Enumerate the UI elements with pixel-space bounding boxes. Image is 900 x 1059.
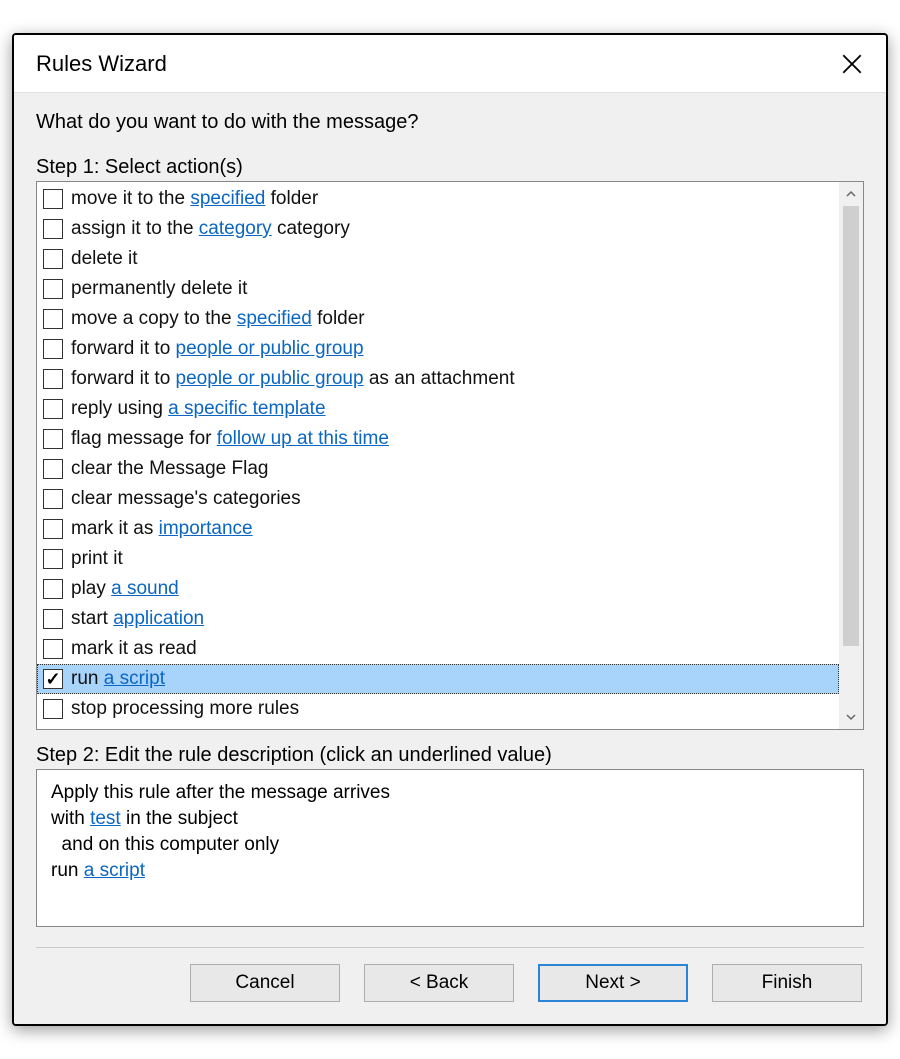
action-checkbox[interactable]	[43, 279, 63, 299]
action-param-link[interactable]: category	[199, 218, 272, 239]
action-label: reply using a specific template	[71, 398, 326, 420]
action-label: stop processing more rules	[71, 698, 299, 720]
action-checkbox[interactable]	[43, 339, 63, 359]
step2-label: Step 2: Edit the rule description (click…	[36, 744, 864, 767]
window-title: Rules Wizard	[36, 51, 167, 77]
action-label: assign it to the category category	[71, 218, 350, 240]
finish-button[interactable]: Finish	[712, 964, 862, 1002]
action-param-link[interactable]: a sound	[111, 578, 179, 599]
actions-listbox: move it to the specified folder assign it…	[36, 181, 864, 730]
action-checkbox[interactable]	[43, 549, 63, 569]
action-checkbox[interactable]	[43, 369, 63, 389]
action-param-link[interactable]: follow up at this time	[217, 428, 389, 449]
action-row[interactable]: print it	[37, 544, 839, 574]
action-row[interactable]: run a script	[37, 664, 839, 694]
action-label: play a sound	[71, 578, 179, 600]
close-button[interactable]	[834, 46, 870, 82]
action-checkbox[interactable]	[43, 309, 63, 329]
action-checkbox[interactable]	[43, 669, 63, 689]
close-icon	[842, 54, 862, 74]
dialog-body: What do you want to do with the message?…	[14, 93, 886, 1024]
action-checkbox[interactable]	[43, 639, 63, 659]
action-row[interactable]: forward it to people or public group as …	[37, 364, 839, 394]
cancel-button[interactable]: Cancel	[190, 964, 340, 1002]
action-row[interactable]: move it to the specified folder	[37, 184, 839, 214]
action-param-link[interactable]: importance	[159, 518, 253, 539]
action-row[interactable]: mark it as importance	[37, 514, 839, 544]
action-checkbox[interactable]	[43, 579, 63, 599]
subject-value-link[interactable]: test	[90, 808, 121, 829]
action-label: permanently delete it	[71, 278, 247, 300]
back-button[interactable]: < Back	[364, 964, 514, 1002]
action-row[interactable]: mark it as read	[37, 634, 839, 664]
script-value-link[interactable]: a script	[84, 860, 145, 881]
action-checkbox[interactable]	[43, 699, 63, 719]
action-label: mark it as importance	[71, 518, 253, 540]
action-checkbox[interactable]	[43, 459, 63, 479]
scroll-thumb[interactable]	[843, 206, 859, 646]
action-label: print it	[71, 548, 123, 570]
next-button[interactable]: Next >	[538, 964, 688, 1002]
action-checkbox[interactable]	[43, 219, 63, 239]
divider	[36, 947, 864, 948]
action-checkbox[interactable]	[43, 489, 63, 509]
action-row[interactable]: move a copy to the specified folder	[37, 304, 839, 334]
action-param-link[interactable]: a specific template	[168, 398, 325, 419]
action-param-link[interactable]: people or public group	[176, 338, 364, 359]
action-label: run a script	[71, 668, 165, 690]
action-checkbox[interactable]	[43, 519, 63, 539]
action-label: clear message's categories	[71, 488, 301, 510]
action-row[interactable]: clear message's categories	[37, 484, 839, 514]
description-line: and on this computer only	[51, 832, 849, 858]
action-row[interactable]: delete it	[37, 244, 839, 274]
action-label: forward it to people or public group	[71, 338, 364, 360]
action-label: forward it to people or public group as …	[71, 368, 515, 390]
action-checkbox[interactable]	[43, 429, 63, 449]
rules-wizard-dialog: Rules Wizard What do you want to do with…	[12, 33, 888, 1026]
action-row[interactable]: play a sound	[37, 574, 839, 604]
action-row[interactable]: flag message for follow up at this time	[37, 424, 839, 454]
chevron-down-icon	[845, 711, 857, 723]
action-checkbox[interactable]	[43, 249, 63, 269]
actions-list[interactable]: move it to the specified folder assign it…	[37, 182, 839, 729]
action-label: mark it as read	[71, 638, 197, 660]
action-row[interactable]: clear the Message Flag	[37, 454, 839, 484]
button-row: Cancel < Back Next > Finish	[36, 964, 864, 1002]
chevron-up-icon	[845, 188, 857, 200]
action-param-link[interactable]: a script	[104, 668, 165, 689]
scroll-down-button[interactable]	[839, 705, 863, 729]
step1-label: Step 1: Select action(s)	[36, 156, 864, 179]
action-label: move a copy to the specified folder	[71, 308, 365, 330]
action-param-link[interactable]: specified	[190, 188, 265, 209]
action-label: start application	[71, 608, 204, 630]
rule-description-box: Apply this rule after the message arrive…	[36, 769, 864, 927]
action-label: move it to the specified folder	[71, 188, 318, 210]
scrollbar[interactable]	[839, 182, 863, 729]
action-label: clear the Message Flag	[71, 458, 269, 480]
action-row[interactable]: permanently delete it	[37, 274, 839, 304]
action-row[interactable]: forward it to people or public group	[37, 334, 839, 364]
titlebar: Rules Wizard	[14, 35, 886, 93]
description-line: with test in the subject	[51, 806, 849, 832]
action-label: flag message for follow up at this time	[71, 428, 389, 450]
action-param-link[interactable]: specified	[237, 308, 312, 329]
description-line: run a script	[51, 858, 849, 884]
heading: What do you want to do with the message?	[36, 111, 864, 134]
action-param-link[interactable]: people or public group	[176, 368, 364, 389]
action-param-link[interactable]: application	[113, 608, 204, 629]
description-line: Apply this rule after the message arrive…	[51, 780, 849, 806]
action-checkbox[interactable]	[43, 609, 63, 629]
action-row[interactable]: reply using a specific template	[37, 394, 839, 424]
action-checkbox[interactable]	[43, 189, 63, 209]
action-label: delete it	[71, 248, 138, 270]
action-row[interactable]: start application	[37, 604, 839, 634]
action-row[interactable]: stop processing more rules	[37, 694, 839, 724]
scroll-up-button[interactable]	[839, 182, 863, 206]
action-checkbox[interactable]	[43, 399, 63, 419]
action-row[interactable]: assign it to the category category	[37, 214, 839, 244]
